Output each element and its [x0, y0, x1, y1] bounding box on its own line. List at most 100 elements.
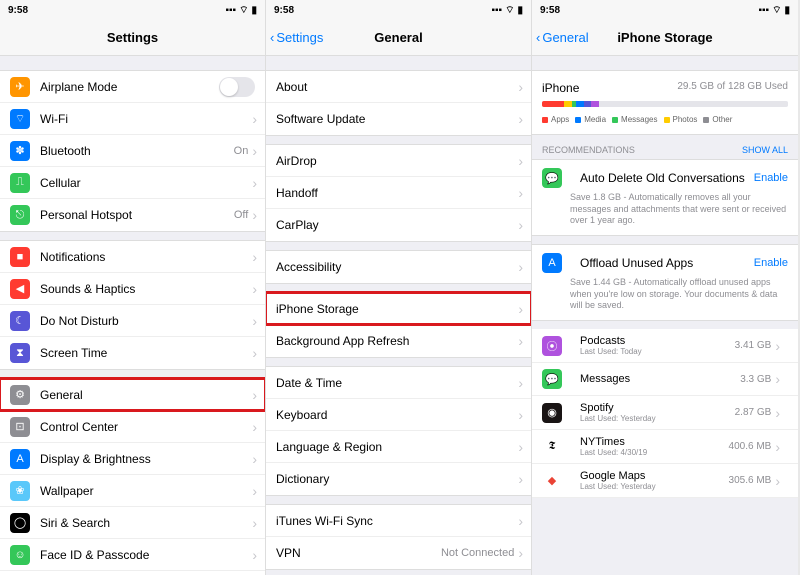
list-row[interactable]: AirDrop›: [266, 145, 531, 177]
list-row[interactable]: ☾Do Not Disturb›: [0, 305, 265, 337]
list-row[interactable]: About›: [266, 71, 531, 103]
row-icon: ⌔: [10, 109, 30, 129]
chevron-right-icon: ›: [518, 301, 523, 317]
list-row[interactable]: ☺Face ID & Passcode›: [0, 539, 265, 571]
settings-group: ⚙General›⊡Control Center›ADisplay & Brig…: [0, 378, 265, 575]
list-row[interactable]: ✈Airplane Mode: [0, 71, 265, 103]
recommendations-header: RECOMMENDATIONSSHOW ALL: [532, 135, 798, 159]
back-button[interactable]: ‹ Settings: [266, 30, 323, 45]
list-row[interactable]: ⚙General›: [0, 379, 265, 411]
app-last-used: Last Used: Yesterday: [580, 482, 729, 491]
list-row[interactable]: Language & Region›: [266, 431, 531, 463]
list-row[interactable]: ⧗Screen Time›: [0, 337, 265, 369]
list-row[interactable]: Handoff›: [266, 177, 531, 209]
app-row[interactable]: 𝕿NYTimesLast Used: 4/30/19400.6 MB›: [532, 430, 798, 464]
app-name: Podcasts: [580, 335, 735, 347]
list-row[interactable]: iPhone Storage›: [266, 293, 531, 325]
list-row[interactable]: iTunes Wi-Fi Sync›: [266, 505, 531, 537]
status-bar: 9:58 ▪▪▪ ⌔ ▮: [0, 0, 265, 20]
enable-link[interactable]: Enable: [754, 172, 788, 184]
status-time: 9:58: [540, 5, 560, 16]
signal-icon: ▪▪▪: [491, 5, 502, 16]
settings-group: Accessibility›: [266, 250, 531, 284]
chevron-right-icon: ›: [252, 207, 257, 223]
status-time: 9:58: [8, 5, 28, 16]
row-icon: ⎍: [10, 173, 30, 193]
row-label: General: [40, 388, 252, 402]
row-icon: ❀: [10, 481, 30, 501]
app-size: 3.3 GB: [740, 374, 771, 385]
chevron-right-icon: ›: [252, 175, 257, 191]
list-row[interactable]: ⎋Personal HotspotOff›: [0, 199, 265, 231]
list-row[interactable]: Keyboard›: [266, 399, 531, 431]
row-label: Screen Time: [40, 346, 252, 360]
chevron-right-icon: ›: [518, 333, 523, 349]
list-row[interactable]: Background App Refresh›: [266, 325, 531, 357]
list-row[interactable]: CarPlay›: [266, 209, 531, 241]
list-row[interactable]: Accessibility›: [266, 251, 531, 283]
list-row[interactable]: ◯Siri & Search›: [0, 507, 265, 539]
enable-link[interactable]: Enable: [754, 257, 788, 269]
list-row[interactable]: ⎍Cellular›: [0, 167, 265, 199]
list-row[interactable]: ✽BluetoothOn›: [0, 135, 265, 167]
app-size: 305.6 MB: [729, 475, 772, 486]
settings-group: iTunes Wi-Fi Sync›VPNNot Connected›: [266, 504, 531, 570]
toggle[interactable]: [219, 77, 255, 97]
settings-group: iPhone Storage›Background App Refresh›: [266, 292, 531, 358]
list-row[interactable]: ◀Sounds & Haptics›: [0, 273, 265, 305]
row-label: Face ID & Passcode: [40, 548, 252, 562]
signal-icon: ▪▪▪: [225, 5, 236, 16]
app-icon: ◆: [542, 471, 562, 491]
chevron-right-icon: ›: [775, 371, 780, 387]
row-label: Personal Hotspot: [40, 208, 234, 222]
row-icon: ◯: [10, 513, 30, 533]
storage-content[interactable]: iPhone29.5 GB of 128 GB UsedAppsMediaMes…: [532, 56, 798, 575]
app-row[interactable]: ◆Google MapsLast Used: Yesterday305.6 MB…: [532, 464, 798, 498]
list-row[interactable]: ADisplay & Brightness›: [0, 443, 265, 475]
app-row[interactable]: ⦿PodcastsLast Used: Today3.41 GB›: [532, 329, 798, 363]
app-last-used: Last Used: 4/30/19: [580, 448, 729, 457]
chevron-right-icon: ›: [252, 143, 257, 159]
nav-title: Settings: [0, 30, 265, 45]
legend-item: Photos: [664, 115, 698, 124]
app-row[interactable]: ◉SpotifyLast Used: Yesterday2.87 GB›: [532, 396, 798, 430]
list-row[interactable]: SOSEmergency SOS›: [0, 571, 265, 575]
chevron-right-icon: ›: [518, 259, 523, 275]
row-label: Sounds & Haptics: [40, 282, 252, 296]
legend-item: Media: [575, 115, 606, 124]
back-label: General: [542, 30, 588, 45]
row-value: On: [234, 145, 249, 157]
row-label: Accessibility: [276, 260, 518, 274]
general-content[interactable]: About›Software Update› AirDrop›Handoff›Ca…: [266, 56, 531, 575]
row-icon: ☾: [10, 311, 30, 331]
list-row[interactable]: ■Notifications›: [0, 241, 265, 273]
list-row[interactable]: Dictionary›: [266, 463, 531, 495]
list-row[interactable]: Date & Time›: [266, 367, 531, 399]
row-icon: ◀: [10, 279, 30, 299]
row-icon: ⊡: [10, 417, 30, 437]
show-all-link[interactable]: SHOW ALL: [742, 145, 788, 155]
list-row[interactable]: Software Update›: [266, 103, 531, 135]
app-size: 3.41 GB: [735, 340, 772, 351]
app-name: Spotify: [580, 402, 735, 414]
list-row[interactable]: ⌔Wi-Fi›: [0, 103, 265, 135]
three-screens: 9:58 ▪▪▪ ⌔ ▮ Settings ✈Airplane Mode⌔Wi-…: [0, 0, 800, 575]
back-button[interactable]: ‹ General: [532, 30, 589, 45]
recommendation-desc: Save 1.8 GB - Automatically removes all …: [542, 192, 788, 227]
row-label: Dictionary: [276, 472, 518, 486]
list-row[interactable]: ⊡Control Center›: [0, 411, 265, 443]
settings-content[interactable]: ✈Airplane Mode⌔Wi-Fi›✽BluetoothOn›⎍Cellu…: [0, 56, 265, 575]
chevron-right-icon: ›: [518, 217, 523, 233]
app-icon: 𝕿: [542, 437, 562, 457]
list-row[interactable]: ❀Wallpaper›: [0, 475, 265, 507]
chevron-right-icon: ›: [252, 515, 257, 531]
app-row[interactable]: 💬Messages3.3 GB›: [532, 363, 798, 396]
storage-screen: 9:58 ▪▪▪ ⌔ ▮ ‹ General iPhone Storage iP…: [532, 0, 798, 575]
list-row[interactable]: VPNNot Connected›: [266, 537, 531, 569]
status-bar: 9:58 ▪▪▪ ⌔ ▮: [532, 0, 798, 20]
storage-legend: AppsMediaMessagesPhotosOther: [542, 115, 788, 124]
chevron-right-icon: ›: [518, 407, 523, 423]
row-label: Display & Brightness: [40, 452, 252, 466]
storage-bar: [542, 101, 788, 107]
battery-icon: ▮: [784, 5, 790, 16]
